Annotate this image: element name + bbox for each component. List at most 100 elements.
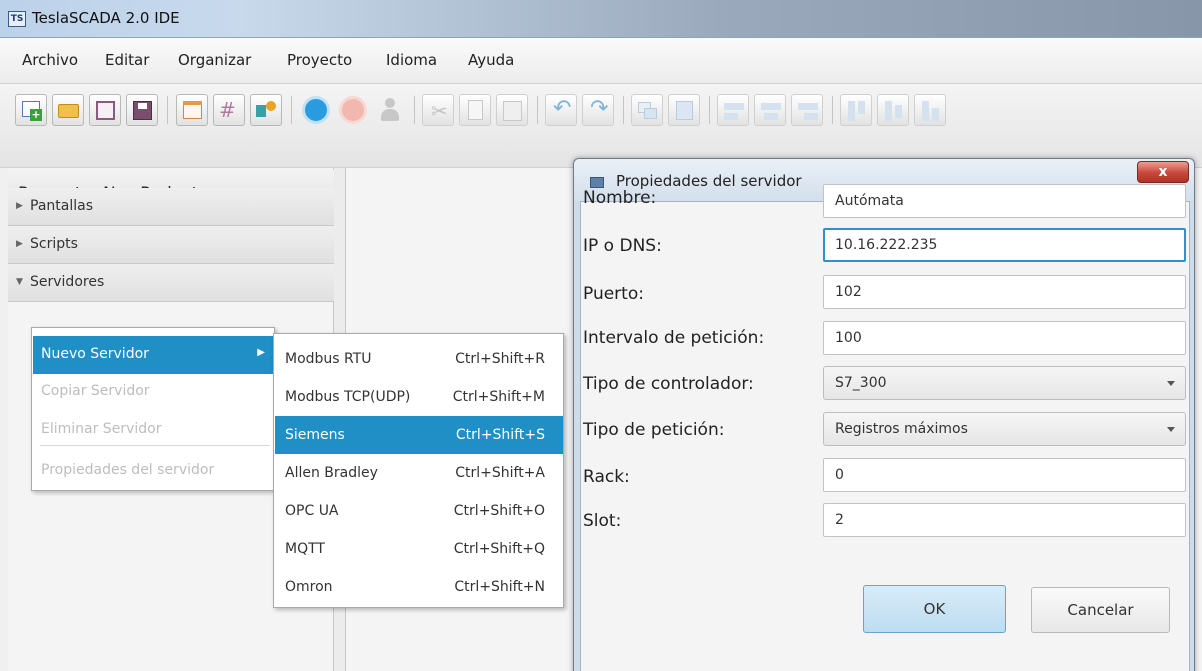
menu-bar: Archivo Editar Organizar Proyecto Idioma… <box>0 38 1202 84</box>
select-value: S7_300 <box>835 375 887 391</box>
save-icon[interactable] <box>89 94 121 126</box>
menu-archivo[interactable]: Archivo <box>22 51 78 69</box>
section-label: Pantallas <box>30 198 93 214</box>
menu-item-delete-server[interactable]: Eliminar Servidor <box>33 411 273 449</box>
section-label: Servidores <box>30 274 105 290</box>
shortcut-label: Ctrl+Shift+R <box>455 351 545 367</box>
field-label-ip-dns: IP o DNS: <box>583 236 662 256</box>
new-server-submenu: Modbus RTU Ctrl+Shift+R Modbus TCP(UDP) … <box>273 333 564 608</box>
field-label-rack: Rack: <box>583 467 630 487</box>
run-icon[interactable] <box>300 94 332 126</box>
submenu-item-opc-ua[interactable]: OPC UA Ctrl+Shift+O <box>275 492 563 530</box>
new-icon[interactable]: + <box>15 94 47 126</box>
ok-button[interactable]: OK <box>863 585 1006 633</box>
paste-icon[interactable] <box>496 94 528 126</box>
nombre-input[interactable]: Autómata <box>823 184 1186 218</box>
menu-ayuda[interactable]: Ayuda <box>468 51 514 69</box>
select-value: Registros máximos <box>835 421 968 437</box>
menu-item-server-properties[interactable]: Propiedades del servidor <box>33 452 273 490</box>
submenu-arrow-icon: ▶ <box>257 347 265 358</box>
align-bottom-icon[interactable] <box>914 94 946 126</box>
window-icon <box>590 177 604 188</box>
shortcut-label: Ctrl+Shift+Q <box>453 541 545 557</box>
undo-icon[interactable]: ↶ <box>545 94 577 126</box>
align-top-icon[interactable] <box>840 94 872 126</box>
submenu-item-modbus-tcp[interactable]: Modbus TCP(UDP) Ctrl+Shift+M <box>275 378 563 416</box>
menu-idioma[interactable]: Idioma <box>386 51 437 69</box>
save-as-icon[interactable] <box>126 94 158 126</box>
menu-item-new-server[interactable]: Nuevo Servidor ▶ <box>33 336 273 374</box>
field-label-slot: Slot: <box>583 511 622 531</box>
puerto-input[interactable]: 102 <box>823 275 1186 309</box>
menu-item-copy-server[interactable]: Copiar Servidor <box>33 373 273 411</box>
stop-icon[interactable] <box>337 94 369 126</box>
section-scripts[interactable]: ▶ Scripts <box>8 226 334 264</box>
tipo-controlador-select[interactable]: S7_300 <box>823 366 1186 400</box>
toolbar: + # ✂ ↶ ↷ <box>0 84 1202 168</box>
submenu-item-label: MQTT <box>285 541 325 557</box>
submenu-item-label: Modbus TCP(UDP) <box>285 389 411 405</box>
align-center-icon[interactable] <box>754 94 786 126</box>
app-icon: TS <box>8 11 26 27</box>
open-folder-icon[interactable] <box>52 94 84 126</box>
field-label-intervalo: Intervalo de petición: <box>583 328 765 348</box>
window-title: TeslaSCADA 2.0 IDE <box>32 9 180 27</box>
user-icon[interactable] <box>374 94 406 126</box>
submenu-item-omron[interactable]: Omron Ctrl+Shift+N <box>275 568 563 606</box>
section-servidores[interactable]: ▼ Servidores <box>8 264 334 302</box>
collapsed-arrow-icon: ▶ <box>16 239 23 249</box>
component-icon[interactable] <box>250 94 282 126</box>
submenu-item-label: Allen Bradley <box>285 465 378 481</box>
intervalo-input[interactable]: 100 <box>823 321 1186 355</box>
menu-editar[interactable]: Editar <box>105 51 149 69</box>
shortcut-label: Ctrl+Shift+M <box>452 389 545 405</box>
submenu-item-label: Siemens <box>285 427 345 443</box>
menu-item-label: Copiar Servidor <box>41 383 150 399</box>
chevron-down-icon <box>1167 381 1175 386</box>
send-back-icon[interactable] <box>668 94 700 126</box>
field-label-puerto: Puerto: <box>583 284 644 304</box>
align-middle-icon[interactable] <box>877 94 909 126</box>
chevron-down-icon <box>1167 427 1175 432</box>
collapsed-arrow-icon: ▶ <box>16 201 23 211</box>
submenu-item-modbus-rtu[interactable]: Modbus RTU Ctrl+Shift+R <box>275 340 563 378</box>
slot-input[interactable]: 2 <box>823 503 1186 537</box>
rack-input[interactable]: 0 <box>823 458 1186 492</box>
redo-icon[interactable]: ↷ <box>582 94 614 126</box>
menu-item-label: Eliminar Servidor <box>41 421 162 437</box>
section-pantallas[interactable]: ▶ Pantallas <box>8 188 334 226</box>
section-label: Scripts <box>30 236 78 252</box>
field-label-nombre: Nombre: <box>583 188 657 208</box>
cut-icon[interactable]: ✂ <box>422 94 454 126</box>
submenu-item-siemens[interactable]: Siemens Ctrl+Shift+S <box>275 416 563 454</box>
menu-organizar[interactable]: Organizar <box>178 51 251 69</box>
shortcut-label: Ctrl+Shift+O <box>453 503 545 519</box>
grid-icon[interactable]: # <box>213 94 245 126</box>
field-label-tipo-controlador: Tipo de controlador: <box>583 374 754 394</box>
align-right-icon[interactable] <box>791 94 823 126</box>
menu-item-label: Propiedades del servidor <box>41 462 215 478</box>
shortcut-label: Ctrl+Shift+N <box>454 579 545 595</box>
context-menu: Nuevo Servidor ▶ Copiar Servidor Elimina… <box>31 327 275 491</box>
submenu-item-label: Omron <box>285 579 333 595</box>
bring-front-icon[interactable] <box>631 94 663 126</box>
expanded-arrow-icon: ▼ <box>16 277 23 287</box>
ip-dns-input[interactable]: 10.16.222.235 <box>823 228 1186 262</box>
cancel-button[interactable]: Cancelar <box>1031 587 1170 633</box>
copy-icon[interactable] <box>459 94 491 126</box>
shortcut-label: Ctrl+Shift+A <box>455 465 545 481</box>
align-left-icon[interactable] <box>717 94 749 126</box>
window-icon[interactable] <box>176 94 208 126</box>
menu-separator <box>40 445 270 446</box>
submenu-item-label: Modbus RTU <box>285 351 372 367</box>
submenu-item-allen-bradley[interactable]: Allen Bradley Ctrl+Shift+A <box>275 454 563 492</box>
tipo-peticion-select[interactable]: Registros máximos <box>823 412 1186 446</box>
menu-item-label: Nuevo Servidor <box>41 346 149 362</box>
shortcut-label: Ctrl+Shift+S <box>455 427 545 443</box>
close-button[interactable]: x <box>1137 161 1189 183</box>
field-label-tipo-peticion: Tipo de petición: <box>583 420 725 440</box>
submenu-item-label: OPC UA <box>285 503 339 519</box>
submenu-item-mqtt[interactable]: MQTT Ctrl+Shift+Q <box>275 530 563 568</box>
menu-proyecto[interactable]: Proyecto <box>287 51 352 69</box>
window-titlebar <box>0 0 1202 38</box>
